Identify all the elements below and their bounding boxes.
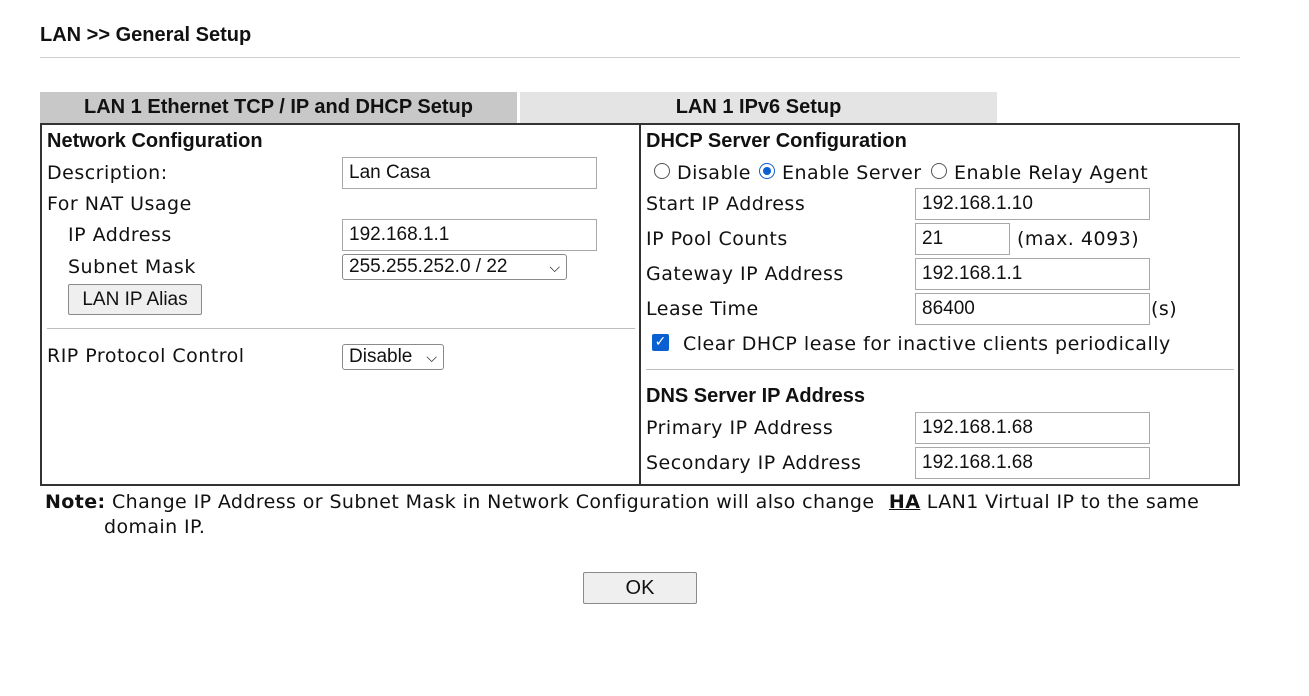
primary-dns-label: Primary IP Address xyxy=(646,417,834,439)
network-config-heading: Network Configuration xyxy=(47,130,263,152)
nat-usage-label: For NAT Usage xyxy=(47,193,192,215)
tab-ipv6-setup-label: LAN 1 IPv6 Setup xyxy=(675,96,842,118)
note-body: Change IP Address or Subnet Mask in Netw… xyxy=(111,491,875,513)
note-text: Note: Change IP Address or Subnet Mask i… xyxy=(45,491,1199,513)
rip-protocol-select[interactable]: Disable ⌵ xyxy=(342,344,444,370)
start-ip-label: Start IP Address xyxy=(646,193,806,215)
primary-dns-input[interactable]: 192.168.1.68 xyxy=(915,412,1150,444)
chevron-down-icon: ⌵ xyxy=(549,259,560,275)
lease-time-unit: (s) xyxy=(1151,298,1178,320)
lease-time-label: Lease Time xyxy=(646,298,759,320)
note-body-after: LAN1 Virtual IP to the same xyxy=(926,491,1200,513)
lan-ip-alias-button[interactable]: LAN IP Alias xyxy=(68,284,202,315)
note-prefix: Note: xyxy=(45,491,106,513)
dhcp-config-heading: DHCP Server Configuration xyxy=(646,130,907,152)
gateway-ip-input[interactable]: 192.168.1.1 xyxy=(915,258,1150,290)
radio-disable-label: Disable xyxy=(677,162,751,184)
note-text-line2: domain IP. xyxy=(104,516,206,538)
rip-protocol-label: RIP Protocol Control xyxy=(47,345,245,367)
ha-link[interactable]: HA xyxy=(889,491,920,513)
secondary-dns-input[interactable]: 192.168.1.68 xyxy=(915,447,1150,479)
radio-enable-relay[interactable] xyxy=(931,163,947,179)
rip-protocol-value: Disable xyxy=(349,346,413,367)
ip-pool-label: IP Pool Counts xyxy=(646,228,788,250)
ip-pool-input[interactable]: 21 xyxy=(915,223,1010,255)
chevron-down-icon: ⌵ xyxy=(426,349,437,365)
ip-pool-max-text: (max. 4093) xyxy=(1017,228,1140,250)
tab-ethernet-setup-label: LAN 1 Ethernet TCP / IP and DHCP Setup xyxy=(84,96,473,118)
gateway-ip-label: Gateway IP Address xyxy=(646,263,844,285)
ip-address-label: IP Address xyxy=(68,224,172,246)
radio-disable[interactable] xyxy=(654,163,670,179)
tab-ethernet-setup[interactable]: LAN 1 Ethernet TCP / IP and DHCP Setup xyxy=(40,92,517,123)
clear-lease-checkbox[interactable]: ✓ xyxy=(652,334,669,351)
subnet-mask-select[interactable]: 255.255.252.0 / 22 ⌵ xyxy=(342,254,567,280)
ip-address-input[interactable]: 192.168.1.1 xyxy=(342,219,597,251)
dns-heading: DNS Server IP Address xyxy=(646,385,865,407)
subnet-mask-label: Subnet Mask xyxy=(68,256,196,278)
tab-ipv6-setup[interactable]: LAN 1 IPv6 Setup xyxy=(520,92,997,123)
clear-lease-label: Clear DHCP lease for inactive clients pe… xyxy=(683,333,1171,355)
network-divider xyxy=(47,328,635,329)
secondary-dns-label: Secondary IP Address xyxy=(646,452,862,474)
lease-time-input[interactable]: 86400 xyxy=(915,293,1150,325)
title-divider xyxy=(40,57,1240,58)
description-label: Description: xyxy=(47,162,168,184)
radio-enable-relay-label: Enable Relay Agent xyxy=(954,162,1149,184)
description-input[interactable]: Lan Casa xyxy=(342,157,597,189)
radio-enable-server-label: Enable Server xyxy=(782,162,922,184)
ok-button[interactable]: OK xyxy=(583,572,697,604)
dhcp-divider xyxy=(646,369,1234,370)
start-ip-input[interactable]: 192.168.1.10 xyxy=(915,188,1150,220)
subnet-mask-value: 255.255.252.0 / 22 xyxy=(349,256,508,277)
page-title: LAN >> General Setup xyxy=(40,24,252,46)
radio-enable-server[interactable] xyxy=(759,163,775,179)
